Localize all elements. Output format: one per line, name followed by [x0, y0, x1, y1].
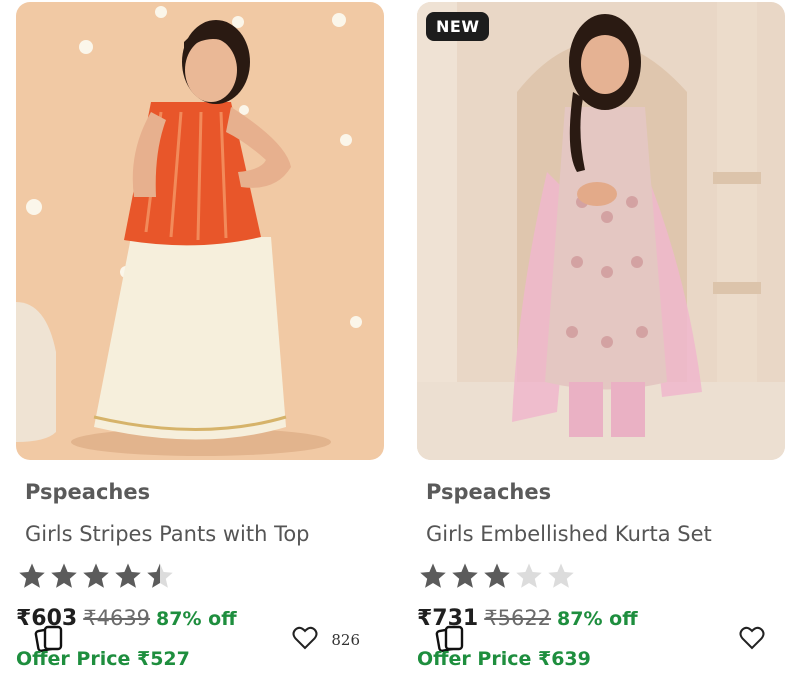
star-icon [83, 563, 109, 588]
price-row: ₹603 ₹4639 87% off [16, 606, 237, 631]
product-title[interactable]: Girls Stripes Pants with Top [25, 522, 310, 546]
heart-outline-icon [292, 626, 318, 654]
product-brand: Pspeaches [426, 480, 552, 504]
product-card[interactable]: 826 Pspeaches Girls Stripes Pants with T… [16, 0, 384, 675]
original-price: ₹4639 [83, 606, 151, 630]
product-title[interactable]: Girls Embellished Kurta Set [426, 522, 712, 546]
price-row: ₹731 ₹5622 87% off [417, 606, 638, 631]
star-icon [452, 563, 478, 588]
star-icon [147, 563, 173, 588]
star-icon [115, 563, 141, 588]
product-image[interactable] [417, 2, 785, 460]
selling-price: ₹603 [16, 606, 78, 631]
wishlist-button[interactable]: 826 [278, 617, 374, 663]
star-icon [420, 563, 446, 588]
star-icon [484, 563, 510, 588]
offer-price: Offer Price ₹639 [417, 648, 591, 670]
star-icon [19, 563, 45, 588]
star-icon [51, 563, 77, 588]
wishlist-count: 826 [331, 631, 360, 649]
offer-price: Offer Price ₹527 [16, 648, 190, 670]
star-icon [516, 563, 542, 588]
product-image[interactable] [16, 2, 384, 460]
star-icon [548, 563, 574, 588]
wishlist-button[interactable] [729, 617, 775, 663]
heart-outline-icon [739, 626, 765, 654]
new-badge: NEW [426, 12, 490, 41]
rating-stars [419, 562, 575, 590]
discount-label: 87% off [156, 608, 237, 630]
selling-price: ₹731 [417, 606, 479, 631]
rating-stars [18, 562, 174, 590]
original-price: ₹5622 [484, 606, 552, 630]
discount-label: 87% off [557, 608, 638, 630]
product-brand: Pspeaches [25, 480, 151, 504]
product-card[interactable]: NEW Pspeaches Girls Embellished Kurta Se… [417, 0, 785, 675]
